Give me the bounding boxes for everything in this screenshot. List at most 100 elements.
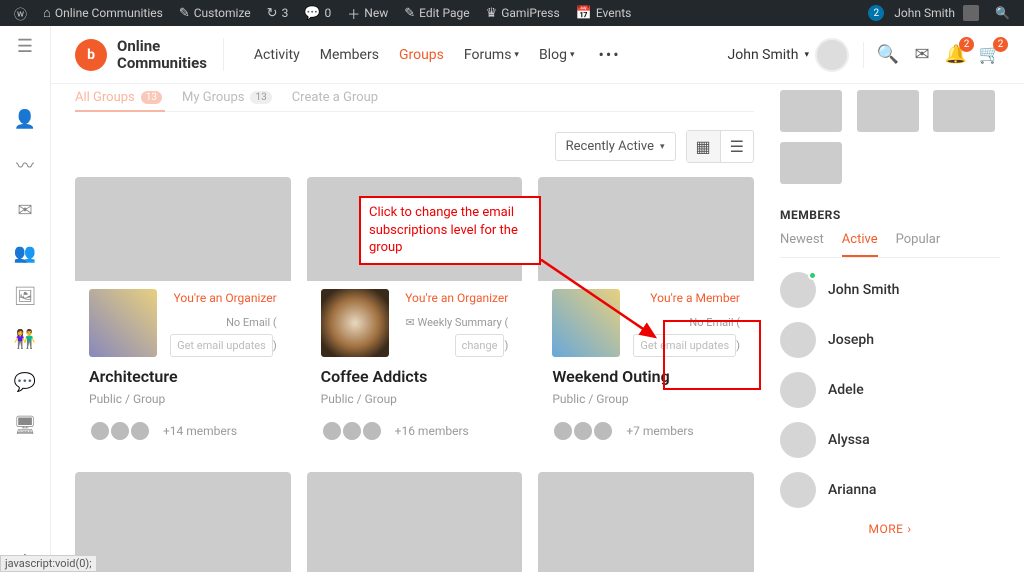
rail-display-icon[interactable]: 🖥	[14, 415, 37, 436]
rail-inbox-icon[interactable]: ✉	[17, 200, 32, 221]
avatar	[780, 272, 816, 308]
email-status: Weekly Summary (	[417, 316, 508, 329]
nav-activity[interactable]: Activity	[254, 45, 300, 64]
member-row[interactable]: Adele	[780, 372, 1000, 408]
members-tab-popular[interactable]: Popular	[896, 232, 941, 257]
nav-groups[interactable]: Groups	[399, 45, 444, 64]
cart-icon[interactable]: 🛒2	[980, 45, 1000, 65]
tab-create-group[interactable]: Create a Group	[292, 90, 378, 105]
nav-more-icon[interactable]: •••	[598, 45, 620, 64]
avatar	[129, 420, 151, 442]
logo-mark-icon: b	[75, 39, 107, 71]
wp-edit[interactable]: ✎Edit Page	[398, 6, 475, 21]
wp-site[interactable]: ⌂Online Communities	[37, 5, 169, 21]
email-change-link[interactable]: Get email updates	[170, 334, 273, 357]
avatar	[780, 322, 816, 358]
group-title[interactable]: Coffee Addicts	[321, 367, 509, 386]
member-row[interactable]: Joseph	[780, 322, 1000, 358]
rail-chat-icon[interactable]: 💬	[14, 372, 36, 393]
brand-name: Online Communities	[117, 38, 207, 71]
rail-activity-icon[interactable]: 〰	[16, 152, 34, 178]
tab-all-groups[interactable]: All Groups13	[75, 90, 162, 105]
member-row[interactable]: Arianna	[780, 472, 1000, 508]
rail-menu-icon[interactable]: ☰	[17, 36, 33, 57]
side-rail: ☰ 👤 〰 ✉ 👥 🖼 👫 💬 🖥 ⚙	[0, 26, 50, 572]
member-row[interactable]: Alyssa	[780, 422, 1000, 458]
top-nav: b Online Communities Activity Members Gr…	[51, 26, 1024, 84]
member-row[interactable]: John Smith	[780, 272, 1000, 308]
group-hero[interactable]	[307, 472, 523, 572]
wp-new[interactable]: ＋New	[341, 4, 394, 23]
browser-status: javascript:void(0);	[0, 555, 97, 572]
email-icon: ✉	[406, 316, 418, 329]
wp-customize[interactable]: ✎Customize	[173, 6, 257, 21]
wp-comments[interactable]: 💬0	[298, 6, 337, 21]
brand-logo[interactable]: b Online Communities	[75, 38, 224, 71]
nav-blog[interactable]: Blog ▾	[539, 45, 575, 64]
members-tab-active[interactable]: Active	[842, 232, 878, 257]
wp-events[interactable]: 📅Events	[570, 6, 638, 21]
email-status: No Email (	[689, 316, 740, 329]
avatar	[780, 472, 816, 508]
list-view-icon[interactable]: ☰	[720, 131, 753, 162]
chevron-down-icon: ▾	[570, 50, 575, 60]
tab-my-groups[interactable]: My Groups13	[182, 90, 272, 105]
grid-view-icon[interactable]: ▦	[687, 131, 720, 162]
member-count[interactable]: +16 members	[395, 424, 469, 438]
group-meta: Public / Group	[89, 392, 277, 406]
member-count[interactable]: +14 members	[163, 424, 237, 438]
search-icon[interactable]: 🔍	[878, 45, 898, 65]
avatar	[780, 422, 816, 458]
wp-user-badge[interactable]: 2	[868, 5, 884, 21]
sort-select[interactable]: Recently Active▾	[555, 132, 676, 161]
cart-badge: 2	[993, 37, 1008, 52]
group-hero[interactable]	[538, 472, 754, 572]
avatar	[361, 420, 383, 442]
avatar	[89, 420, 111, 442]
nav-members[interactable]: Members	[320, 45, 379, 64]
members-heading: MEMBERS	[780, 208, 1000, 222]
rail-photo-icon[interactable]: 🖼	[14, 286, 37, 307]
group-role: You're an Organizer	[405, 291, 508, 307]
wp-search-icon[interactable]: 🔍	[989, 6, 1016, 20]
group-card	[538, 472, 754, 572]
group-hero[interactable]	[75, 177, 291, 281]
group-thumb[interactable]	[89, 289, 157, 357]
user-menu[interactable]: John Smith▾	[728, 38, 849, 72]
rail-friends-icon[interactable]: 👫	[14, 329, 36, 350]
inbox-icon[interactable]: ✉	[912, 45, 932, 65]
wp-admin-bar: ⓦ ⌂Online Communities ✎Customize ↻3 💬0 ＋…	[0, 0, 1024, 26]
email-change-link[interactable]: change	[455, 334, 505, 357]
wp-gamipress[interactable]: ♛GamiPress	[480, 6, 566, 21]
wp-logo[interactable]: ⓦ	[8, 4, 33, 23]
group-thumb[interactable]	[321, 289, 389, 357]
member-count[interactable]: +7 members	[626, 424, 693, 438]
group-hero[interactable]	[75, 472, 291, 572]
photo-thumb[interactable]	[857, 90, 919, 132]
avatar	[780, 372, 816, 408]
photo-thumb[interactable]	[933, 90, 995, 132]
group-meta: Public / Group	[321, 392, 509, 406]
group-title[interactable]: Weekend Outing	[552, 367, 740, 386]
photo-thumb[interactable]	[780, 142, 842, 184]
rail-user-icon[interactable]: 👤	[14, 109, 36, 130]
wp-user[interactable]: John Smith	[888, 5, 985, 21]
annotation-arrow	[540, 259, 680, 349]
nav-forums[interactable]: Forums ▾	[464, 45, 519, 64]
members-tab-newest[interactable]: Newest	[780, 232, 824, 257]
group-card	[75, 472, 291, 572]
avatar	[109, 420, 131, 442]
members-more-link[interactable]: MORE ›	[780, 522, 1000, 536]
photo-thumb[interactable]	[780, 90, 842, 132]
chevron-down-icon: ▾	[804, 50, 809, 60]
avatar	[321, 420, 343, 442]
wp-refresh[interactable]: ↻3	[261, 6, 295, 21]
bell-icon[interactable]: 🔔2	[946, 45, 966, 65]
online-indicator	[808, 271, 817, 280]
avatar	[815, 38, 849, 72]
avatar	[572, 420, 594, 442]
bell-badge: 2	[959, 37, 974, 52]
rail-groups-icon[interactable]: 👥	[14, 243, 36, 264]
group-card	[307, 472, 523, 572]
group-title[interactable]: Architecture	[89, 367, 277, 386]
